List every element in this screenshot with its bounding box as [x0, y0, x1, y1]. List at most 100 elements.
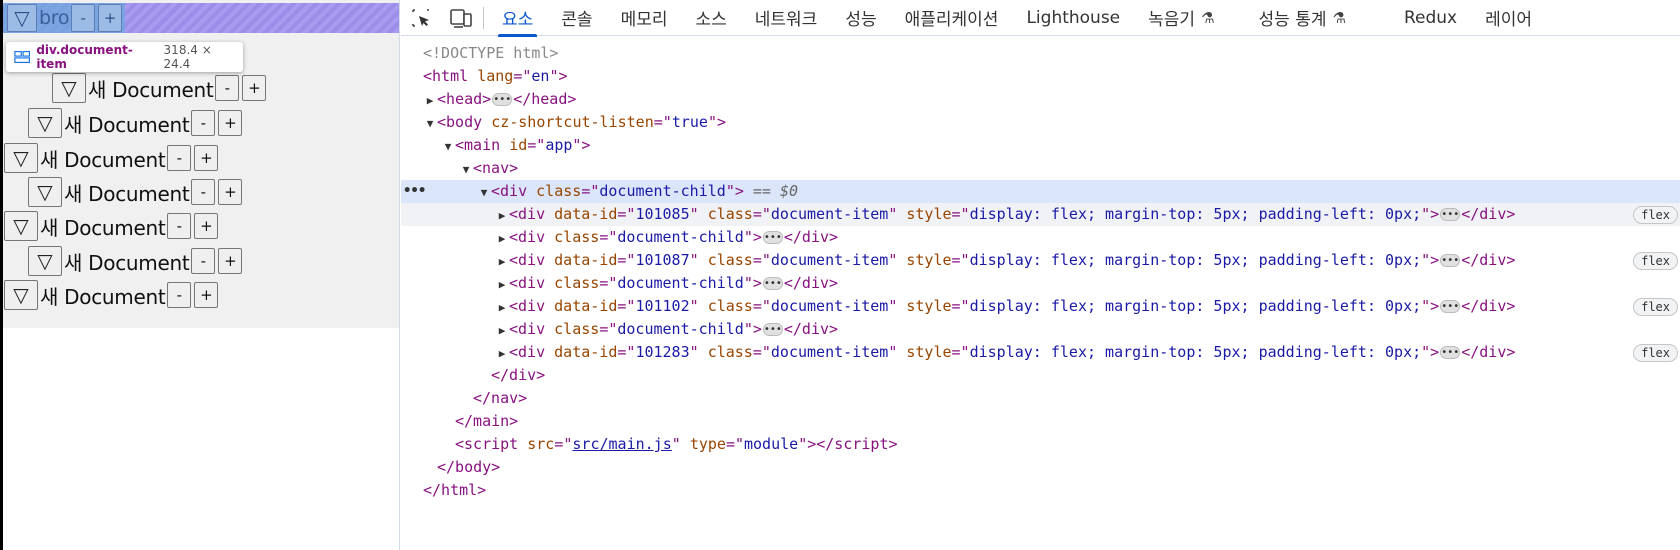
add-document-button[interactable]: + [218, 179, 243, 205]
flex-badge[interactable]: flex [1633, 298, 1678, 316]
collapsed-ellipsis-icon[interactable]: ••• [762, 323, 783, 336]
dom-node-main[interactable]: ▼ <main id="app"> [401, 134, 1680, 157]
toggle-button[interactable]: ▽ [52, 73, 86, 103]
document-title[interactable]: 새 Document [40, 144, 166, 173]
delete-document-button[interactable]: - [191, 110, 216, 136]
add-document-button[interactable]: + [98, 4, 123, 32]
collapse-arrow-icon[interactable]: ▼ [423, 112, 437, 135]
document-title[interactable]: 새 Document [88, 74, 214, 103]
tab-recorder[interactable]: 녹음기 ⚗ [1134, 0, 1228, 36]
inspect-element-button[interactable] [401, 0, 441, 36]
document-title[interactable]: 새 Document [64, 247, 190, 276]
tooltip-selector: div.document-item [36, 43, 133, 71]
document-title[interactable]: bro [39, 7, 69, 29]
toggle-button[interactable]: ▽ [4, 211, 38, 241]
collapsed-ellipsis-icon[interactable]: ••• [1440, 346, 1461, 359]
dom-node-head[interactable]: ▶ <head> ••• </head> [401, 88, 1680, 111]
more-actions-icon[interactable]: ••• [403, 180, 426, 203]
tab-performance-insights[interactable]: 성능 통계 ⚗ [1229, 0, 1360, 36]
collapse-arrow-icon[interactable]: ▼ [459, 158, 473, 181]
toggle-button[interactable]: ▽ [28, 177, 62, 207]
dom-node-document-child[interactable]: ▶ <div class="document-child"> ••• </div> [401, 318, 1680, 341]
delete-document-button[interactable]: - [167, 282, 192, 308]
attr-value: 101085 [635, 205, 690, 223]
dom-node-body[interactable]: ▼ <body cz-shortcut-listen="true"> [401, 111, 1680, 134]
tab-sources[interactable]: 소스 [681, 0, 740, 36]
collapsed-ellipsis-icon[interactable]: ••• [1440, 254, 1461, 267]
dom-node-script[interactable]: <script src="src/main.js" type="module">… [401, 433, 1680, 456]
window-edge [0, 0, 3, 550]
tab-network[interactable]: 네트워크 [741, 0, 832, 36]
flex-badge[interactable]: flex [1633, 206, 1678, 224]
expand-arrow-icon[interactable]: ▶ [495, 227, 509, 250]
tab-memory[interactable]: 메모리 [607, 0, 682, 36]
dom-closing-body[interactable]: </body> [401, 456, 1680, 479]
tab-label: 성능 [845, 10, 877, 30]
toggle-button[interactable]: ▽ [28, 108, 62, 138]
dom-node-document-item[interactable]: ▶ <div data-id="101087" class="document-i… [401, 249, 1680, 272]
tab-performance[interactable]: 성능 [831, 0, 890, 36]
dom-closing-main[interactable]: </main> [401, 410, 1680, 433]
delete-document-button[interactable]: - [191, 179, 216, 205]
dom-node-nav[interactable]: ▼ <nav> [401, 157, 1680, 180]
dom-node-document-child[interactable]: ▶ <div class="document-child"> ••• </div> [401, 272, 1680, 295]
dom-node-document-child[interactable]: ▶ <div class="document-child"> ••• </div> [401, 226, 1680, 249]
tab-console[interactable]: 콘솔 [547, 0, 606, 36]
experimental-flask-icon: ⚗ [1201, 8, 1215, 27]
collapsed-ellipsis-icon[interactable]: ••• [1440, 208, 1461, 221]
dom-closing-html[interactable]: </html> [401, 479, 1680, 502]
toggle-button[interactable]: ▽ [7, 4, 37, 32]
collapsed-ellipsis-icon[interactable]: ••• [492, 93, 513, 106]
add-document-button[interactable]: + [194, 213, 219, 239]
selected-node-marker: == $0 [752, 182, 799, 200]
tab-elements[interactable]: 요소 [488, 0, 547, 37]
delete-document-button[interactable]: - [191, 248, 216, 274]
collapsed-ellipsis-icon[interactable]: ••• [762, 231, 783, 244]
dom-node-doctype[interactable]: <!DOCTYPE html> [401, 42, 1680, 65]
toggle-button[interactable]: ▽ [4, 143, 38, 173]
delete-document-button[interactable]: - [215, 75, 240, 101]
collapse-arrow-icon[interactable]: ▼ [441, 135, 455, 158]
document-title[interactable]: 새 Document [64, 109, 190, 138]
dom-node-document-item[interactable]: ▶ <div data-id="101283" class="document-i… [401, 341, 1680, 364]
delete-document-button[interactable]: - [71, 4, 96, 32]
document-title[interactable]: 새 Document [40, 281, 166, 310]
add-document-button[interactable]: + [218, 110, 243, 136]
toggle-button[interactable]: ▽ [28, 246, 62, 276]
dom-node-html[interactable]: <html lang="en"> [401, 65, 1680, 88]
device-toolbar-button[interactable] [441, 0, 481, 36]
expand-arrow-icon[interactable]: ▶ [495, 296, 509, 319]
tab-application[interactable]: 애플리케이션 [891, 0, 1013, 36]
collapsed-ellipsis-icon[interactable]: ••• [762, 277, 783, 290]
tab-lighthouse[interactable]: Lighthouse [1012, 0, 1134, 36]
delete-document-button[interactable]: - [167, 213, 192, 239]
dom-node-selected[interactable]: ••• ▼ <div class="document-child"> == $0 [401, 180, 1680, 203]
delete-document-button[interactable]: - [167, 145, 192, 171]
tab-layers[interactable]: 레이어 [1471, 0, 1546, 36]
dom-closing-div[interactable]: </div> [401, 364, 1680, 387]
flex-badge[interactable]: flex [1633, 344, 1678, 362]
dom-node-document-item[interactable]: ▶ <div data-id="101085" class="document-i… [401, 203, 1680, 226]
device-mode-icon [450, 8, 472, 28]
toggle-button[interactable]: ▽ [4, 280, 38, 310]
expand-arrow-icon[interactable]: ▶ [423, 89, 437, 112]
expand-arrow-icon[interactable]: ▶ [495, 319, 509, 342]
add-document-button[interactable]: + [194, 145, 219, 171]
document-item: ▽ 새 Document - + [28, 246, 245, 276]
tab-redux[interactable]: Redux [1360, 0, 1471, 36]
add-document-button[interactable]: + [194, 282, 219, 308]
collapsed-ellipsis-icon[interactable]: ••• [1440, 300, 1461, 313]
document-title[interactable]: 새 Document [64, 178, 190, 207]
expand-arrow-icon[interactable]: ▶ [495, 204, 509, 227]
collapse-arrow-icon[interactable]: ▼ [477, 181, 491, 204]
expand-arrow-icon[interactable]: ▶ [495, 342, 509, 365]
document-title[interactable]: 새 Document [40, 212, 166, 241]
script-src-link[interactable]: src/main.js [572, 435, 671, 453]
expand-arrow-icon[interactable]: ▶ [495, 273, 509, 296]
add-document-button[interactable]: + [218, 248, 243, 274]
expand-arrow-icon[interactable]: ▶ [495, 250, 509, 273]
dom-closing-nav[interactable]: </nav> [401, 387, 1680, 410]
flex-badge[interactable]: flex [1633, 252, 1678, 270]
add-document-button[interactable]: + [242, 75, 267, 101]
dom-node-document-item[interactable]: ▶ <div data-id="101102" class="document-i… [401, 295, 1680, 318]
